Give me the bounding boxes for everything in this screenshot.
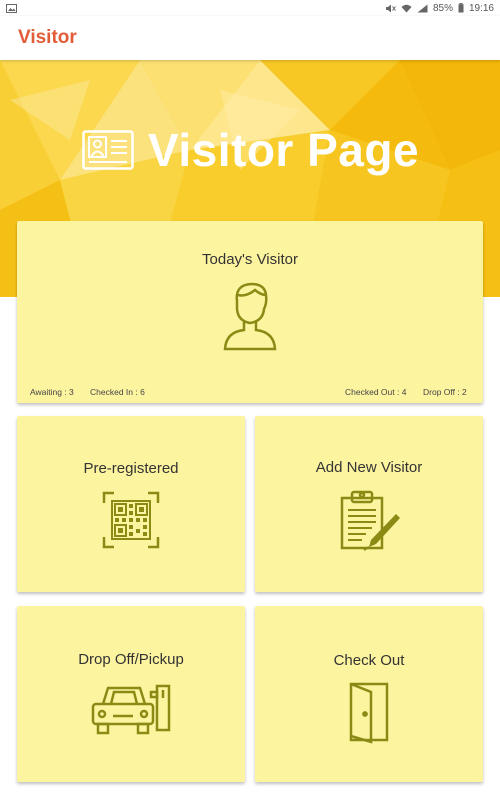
checked-in-count: Checked In : 6 xyxy=(90,387,145,397)
clipboard-pen-icon xyxy=(340,490,400,551)
check-out-tile[interactable]: Check Out xyxy=(255,606,483,782)
pre-registered-tile[interactable]: Pre-registered xyxy=(17,416,245,592)
door-exit-icon xyxy=(349,682,389,744)
mute-icon xyxy=(385,4,396,12)
clock: 19:16 xyxy=(468,2,494,14)
drop-off-count: Drop Off : 2 xyxy=(423,387,467,397)
battery-percent: 85% xyxy=(432,2,453,14)
add-new-visitor-tile[interactable]: Add New Visitor xyxy=(255,416,483,592)
app-bar: Visitor xyxy=(0,16,500,60)
person-icon xyxy=(223,282,277,351)
drop-off-pickup-title: Drop Off/Pickup xyxy=(78,651,184,668)
wifi-icon xyxy=(401,4,412,12)
qr-scan-icon xyxy=(102,491,160,549)
hero-title: Visitor Page xyxy=(148,124,420,176)
awaiting-count: Awaiting : 3 xyxy=(30,387,74,397)
signal-icon xyxy=(417,4,428,12)
id-card-icon xyxy=(82,130,134,170)
drop-off-pickup-tile[interactable]: Drop Off/Pickup xyxy=(17,606,245,782)
todays-visitor-card[interactable]: Today's Visitor Awaiting : 3 Checked In … xyxy=(17,221,483,403)
add-new-visitor-title: Add New Visitor xyxy=(315,459,423,476)
pre-registered-title: Pre-registered xyxy=(83,460,179,477)
todays-visitor-title: Today's Visitor xyxy=(202,251,298,268)
check-out-title: Check Out xyxy=(333,652,405,669)
image-notification-icon xyxy=(6,3,17,13)
car-gate-icon xyxy=(91,684,171,735)
battery-icon xyxy=(458,3,464,13)
hero-title-row: Visitor Page xyxy=(82,120,419,180)
checked-out-count: Checked Out : 4 xyxy=(345,387,407,397)
app-title: Visitor xyxy=(18,27,77,48)
status-bar: 85% 19:16 xyxy=(0,0,500,16)
